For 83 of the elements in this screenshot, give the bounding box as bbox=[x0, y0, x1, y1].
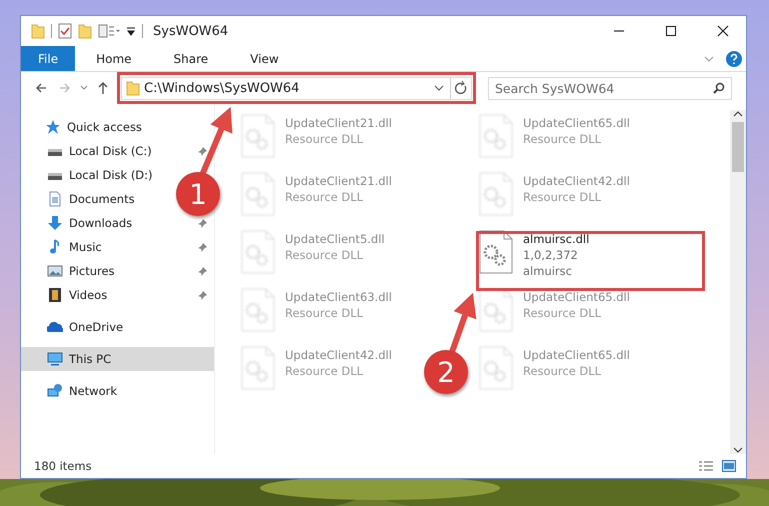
file-detail: Resource DLL bbox=[523, 364, 602, 378]
file-detail: 1,0,2,372 bbox=[523, 248, 579, 262]
pin-icon[interactable] bbox=[198, 266, 208, 276]
ribbon-tab[interactable]: View bbox=[235, 46, 294, 71]
sidebar-item[interactable]: Videos bbox=[21, 283, 214, 307]
close-icon[interactable] bbox=[717, 25, 729, 37]
gear-file-icon bbox=[241, 230, 275, 274]
ribbon-tab[interactable]: Home bbox=[81, 46, 147, 71]
download-icon bbox=[47, 215, 63, 231]
pointer-arrow bbox=[449, 292, 476, 353]
pin-icon[interactable] bbox=[198, 290, 208, 300]
file-detail: Resource DLL bbox=[523, 132, 602, 146]
sidebar-item[interactable]: Local Disk (C:) bbox=[21, 139, 214, 163]
file-detail: Resource DLL bbox=[285, 306, 364, 320]
gear-file-icon bbox=[241, 114, 275, 158]
properties-icon[interactable] bbox=[58, 23, 72, 39]
pin-icon[interactable] bbox=[198, 242, 208, 252]
cloud-icon bbox=[47, 319, 63, 335]
large-icons-view-icon[interactable] bbox=[722, 460, 736, 472]
chevron-up-icon[interactable] bbox=[733, 110, 743, 118]
pictures-icon bbox=[47, 263, 63, 279]
up-arrow-icon[interactable] bbox=[97, 81, 109, 95]
new-folder-icon bbox=[78, 23, 92, 39]
sidebar-label: Local Disk (D:) bbox=[69, 168, 153, 182]
gear-file-icon bbox=[241, 288, 275, 332]
star-icon bbox=[45, 119, 61, 135]
sidebar-item[interactable]: Quick access bbox=[21, 115, 214, 139]
dropdown-icon[interactable] bbox=[126, 26, 136, 36]
search-icon bbox=[713, 82, 725, 94]
help-icon[interactable] bbox=[726, 50, 742, 66]
sidebar-label: Network bbox=[69, 384, 118, 398]
details-view-icon[interactable] bbox=[698, 460, 714, 472]
sidebar-item[interactable]: This PC bbox=[21, 347, 214, 371]
file-detail: Resource DLL bbox=[523, 190, 602, 204]
sidebar-item[interactable]: Documents bbox=[21, 187, 135, 211]
sidebar-item[interactable]: OneDrive bbox=[21, 315, 124, 339]
file-detail: Resource DLL bbox=[285, 364, 364, 378]
chevron-down-icon[interactable] bbox=[733, 446, 743, 454]
search-box[interactable]: Search SysWOW64 bbox=[488, 76, 732, 100]
film-icon bbox=[47, 287, 63, 303]
sidebar-label: Pictures bbox=[69, 264, 115, 278]
file-name[interactable]: almuirsc.dll bbox=[523, 232, 590, 246]
sidebar-label: Documents bbox=[69, 192, 135, 206]
back-arrow-icon[interactable] bbox=[35, 82, 47, 94]
file-detail: almuirsc bbox=[523, 264, 573, 278]
gear-file-icon bbox=[241, 346, 275, 390]
file-detail: Resource DLL bbox=[285, 248, 364, 262]
file-detail: Resource DLL bbox=[523, 306, 602, 320]
network-icon bbox=[47, 383, 63, 399]
gear-file-icon bbox=[479, 114, 513, 158]
sidebar-label: OneDrive bbox=[69, 320, 124, 334]
gear-file-icon bbox=[479, 172, 513, 216]
sidebar-label: Videos bbox=[69, 288, 108, 302]
chevron-down-icon[interactable] bbox=[434, 83, 444, 93]
folder-icon bbox=[31, 23, 45, 39]
monitor-icon bbox=[47, 351, 63, 367]
scrollbar[interactable] bbox=[730, 110, 746, 454]
sidebar-label: Music bbox=[69, 240, 102, 254]
sidebar-item[interactable]: Local Disk (D:) bbox=[21, 163, 153, 187]
sidebar-label: This PC bbox=[69, 352, 112, 366]
pin-icon[interactable] bbox=[198, 218, 208, 228]
document-icon bbox=[47, 191, 63, 207]
address-bar[interactable]: C:\Windows\SysWOW64 bbox=[121, 76, 472, 100]
sidebar-item[interactable]: Network bbox=[21, 379, 118, 403]
scroll-thumb[interactable] bbox=[732, 122, 744, 172]
sidebar-label: Quick access bbox=[67, 120, 142, 134]
file-detail: Resource DLL bbox=[285, 132, 364, 146]
item-count: 180 items bbox=[34, 459, 93, 473]
sidebar-item[interactable]: Music bbox=[21, 235, 214, 259]
gear-file-icon bbox=[479, 230, 513, 274]
file-detail: Resource DLL bbox=[285, 190, 364, 204]
file-tab[interactable]: File bbox=[21, 46, 76, 71]
window-title: SysWOW64 bbox=[153, 24, 230, 38]
pin-icon[interactable] bbox=[198, 146, 208, 156]
gear-file-icon bbox=[479, 346, 513, 390]
sidebar-label: Downloads bbox=[69, 216, 132, 230]
view-options-icon[interactable] bbox=[98, 24, 120, 38]
gear-file-icon bbox=[479, 288, 513, 332]
gear-file-icon bbox=[241, 172, 275, 216]
maximize-icon[interactable] bbox=[665, 25, 677, 37]
ribbon-tab[interactable]: Share bbox=[158, 46, 224, 71]
sidebar-item[interactable]: Pictures bbox=[21, 259, 214, 283]
sidebar-label: Local Disk (C:) bbox=[69, 144, 152, 158]
